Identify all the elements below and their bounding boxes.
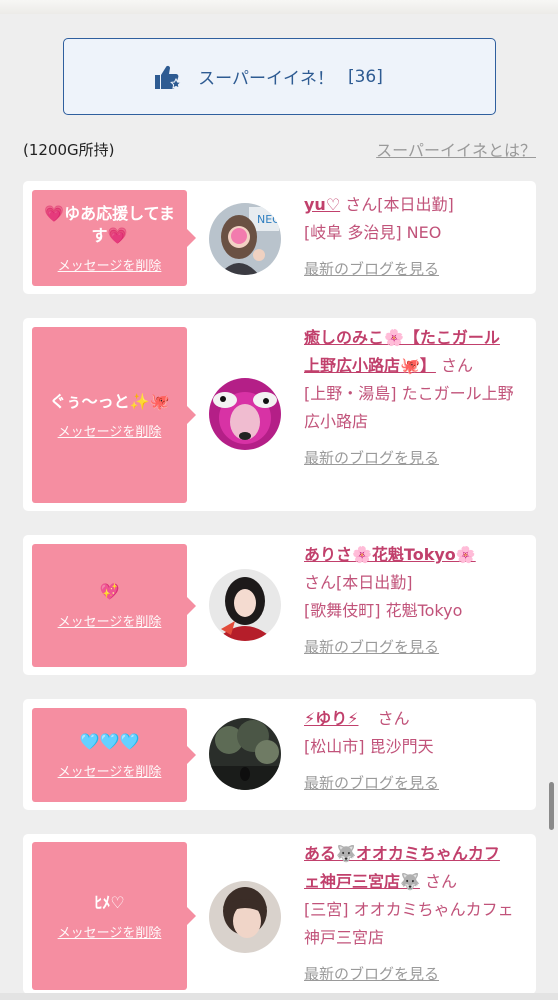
honorific: さん	[345, 195, 378, 214]
card: 💖 メッセージを削除 ありさ🌸花魁Tokyo🌸 さん[本日出勤] [歌舞伎町] …	[23, 535, 536, 675]
cast-name-link[interactable]: ありさ🌸花魁Tokyo🌸	[304, 545, 476, 564]
delete-message-link[interactable]: メッセージを削除	[58, 611, 162, 630]
message-bubble: 🩵🩵🩵 メッセージを削除	[32, 708, 196, 802]
message-bubble: ぐぅ〜っと✨🐙 メッセージを削除	[32, 327, 196, 503]
latest-blog-link[interactable]: 最新のブログを見る	[304, 255, 439, 283]
super-like-button[interactable]: スーパーイイネ！ [36]	[63, 38, 496, 115]
cast-info: yu♡ さん[本日出勤] [岐阜 多治見] NEO 最新のブログを見る	[304, 191, 514, 283]
honorific: さん	[425, 872, 458, 891]
avatar[interactable]	[209, 881, 281, 953]
latest-blog-link[interactable]: 最新のブログを見る	[304, 769, 439, 797]
cast-name-link[interactable]: ⚡ゆり⚡	[304, 709, 358, 728]
card: 🩵🩵🩵 メッセージを削除 ⚡ゆり⚡ さん [松山市] 毘沙門天 最新のブログを見…	[23, 699, 536, 810]
avatar[interactable]: NEO	[209, 203, 281, 275]
message-bubble: ﾋﾒ♡ メッセージを削除	[32, 842, 196, 990]
bottom-edge	[0, 993, 558, 1000]
cast-info: ⚡ゆり⚡ さん [松山市] 毘沙門天 最新のブログを見る	[304, 705, 514, 797]
cast-name-link[interactable]: ある🐺オオカミちゃんカフェ神戸三宮店🐺	[304, 844, 500, 891]
honorific: さん	[377, 709, 410, 728]
work-status: [本日出勤]	[377, 195, 454, 214]
avatar[interactable]	[209, 569, 281, 641]
super-like-label: スーパーイイネ！	[198, 69, 334, 89]
message-text: 💖	[99, 582, 120, 601]
thumbs-up-star-icon	[155, 65, 183, 89]
avatar[interactable]	[209, 718, 281, 790]
honorific: さん	[441, 356, 474, 375]
message-text: ぐぅ〜っと✨🐙	[49, 391, 170, 411]
delete-message-link[interactable]: メッセージを削除	[58, 421, 162, 440]
cast-info: ありさ🌸花魁Tokyo🌸 さん[本日出勤] [歌舞伎町] 花魁Tokyo 最新の…	[304, 541, 514, 661]
cast-name-link[interactable]: yu♡	[304, 195, 340, 214]
latest-blog-link[interactable]: 最新のブログを見る	[304, 960, 439, 988]
message-text: 🩵🩵🩵	[79, 731, 140, 751]
scrollbar-thumb[interactable]	[549, 782, 554, 830]
message-bubble: 💖 メッセージを削除	[32, 544, 196, 667]
about-super-like-link[interactable]: スーパーイイネとは？	[376, 137, 536, 161]
owned-points: (1200G所持)	[23, 141, 115, 159]
delete-message-link[interactable]: メッセージを削除	[58, 922, 162, 941]
shop-area: [松山市] 毘沙門天	[304, 737, 434, 756]
delete-message-link[interactable]: メッセージを削除	[58, 255, 162, 274]
card: ぐぅ〜っと✨🐙 メッセージを削除 癒しのみこ🌸【たこガール上野広小路店🐙】 さん…	[23, 318, 536, 511]
svg-text:NEO: NEO	[257, 213, 281, 226]
message-bubble: 💗ゆあ応援してます💗 メッセージを削除	[32, 190, 196, 286]
shop-area: [上野・湯島] たこガール上野広小路店	[304, 384, 514, 431]
shop-area: [三宮] オオカミちゃんカフェ神戸三宮店	[304, 900, 514, 947]
delete-message-link[interactable]: メッセージを削除	[58, 761, 162, 780]
work-status: [本日出勤]	[336, 573, 413, 592]
message-text: ﾋﾒ♡	[94, 892, 125, 912]
cast-info: 癒しのみこ🌸【たこガール上野広小路店🐙】 さん [上野・湯島] たこガール上野広…	[304, 324, 514, 472]
top-strip	[0, 0, 558, 14]
card: ﾋﾒ♡ メッセージを削除 ある🐺オオカミちゃんカフェ神戸三宮店🐺 さん [三宮]…	[23, 834, 536, 994]
cast-info: ある🐺オオカミちゃんカフェ神戸三宮店🐺 さん [三宮] オオカミちゃんカフェ神戸…	[304, 840, 514, 988]
shop-area: [歌舞伎町] 花魁Tokyo	[304, 601, 463, 620]
honorific: さん	[304, 573, 337, 592]
card: 💗ゆあ応援してます💗 メッセージを削除 NEO yu♡ さん[本日出勤] [岐阜…	[23, 181, 536, 294]
super-like-count: [36]	[347, 66, 383, 87]
latest-blog-link[interactable]: 最新のブログを見る	[304, 633, 439, 661]
shop-area: [岐阜 多治見] NEO	[304, 223, 442, 242]
message-text: 💗ゆあ応援してます💗	[44, 203, 175, 245]
latest-blog-link[interactable]: 最新のブログを見る	[304, 444, 439, 472]
avatar[interactable]	[209, 378, 281, 450]
